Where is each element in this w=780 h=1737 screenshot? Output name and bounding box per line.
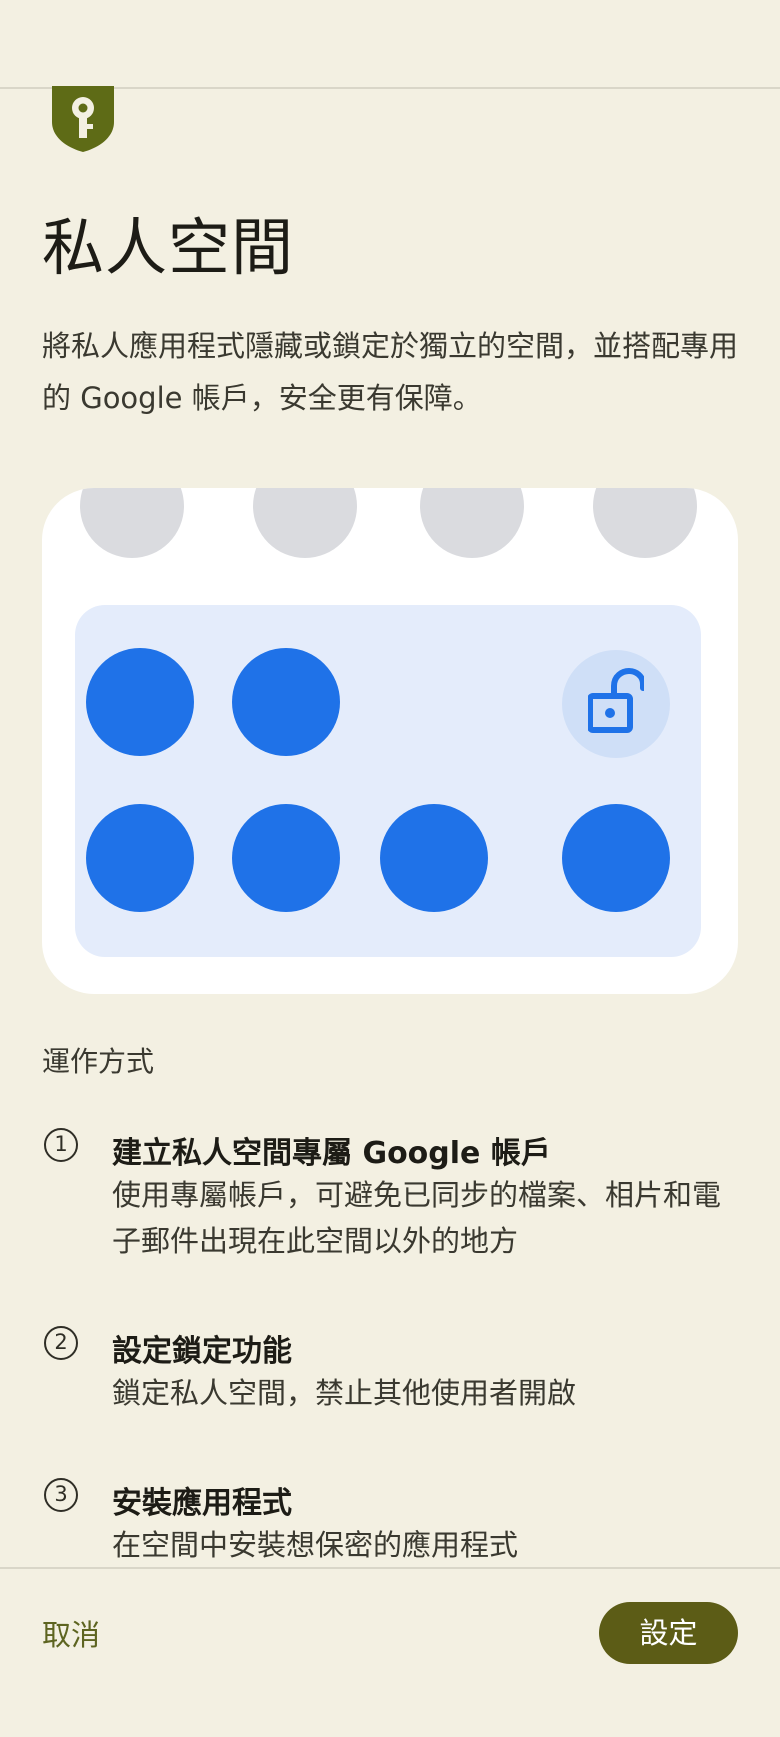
step-description: 鎖定私人空間，禁止其他使用者開啟 (112, 1376, 577, 1410)
step-title: 安裝應用程式 (112, 1486, 292, 1521)
grey-app-circle (253, 488, 357, 558)
step-title: 建立私人空間專屬 Google 帳戶 (112, 1136, 551, 1171)
app-circle (562, 804, 670, 912)
app-circle (380, 804, 488, 912)
step-number-badge: 2 (44, 1326, 78, 1360)
step-title: 設定鎖定功能 (112, 1334, 292, 1369)
app-circle (232, 804, 340, 912)
private-space-key-shield-icon (52, 86, 114, 152)
cancel-button[interactable]: 取消 (42, 1612, 100, 1654)
step-description: 在空間中安裝想保密的應用程式 (112, 1528, 519, 1562)
app-circle (86, 804, 194, 912)
unlock-button (562, 650, 670, 758)
private-space-illustration (42, 488, 738, 994)
step-description: 使用專屬帳戶，可避免已同步的檔案、相片和電子郵件出現在此空間以外的地方 (112, 1178, 722, 1258)
page-description: 將私人應用程式隱藏或鎖定於獨立的空間，並搭配專用的 Google 帳戶，安全更有… (42, 329, 739, 415)
unlock-icon (588, 668, 644, 733)
top-divider (0, 87, 780, 89)
step-number-badge: 3 (44, 1478, 78, 1512)
step-number-badge: 1 (44, 1128, 78, 1162)
grey-app-circle (420, 488, 524, 558)
setup-button[interactable]: 設定 (599, 1602, 738, 1664)
bottom-divider (0, 1567, 780, 1569)
grey-app-circle (80, 488, 184, 558)
private-space-panel (75, 605, 701, 957)
page-title: 私人空間 (42, 211, 295, 284)
how-it-works-label: 運作方式 (42, 1045, 155, 1078)
app-circle (232, 648, 340, 756)
app-circle (86, 648, 194, 756)
grey-app-circle (593, 488, 697, 558)
